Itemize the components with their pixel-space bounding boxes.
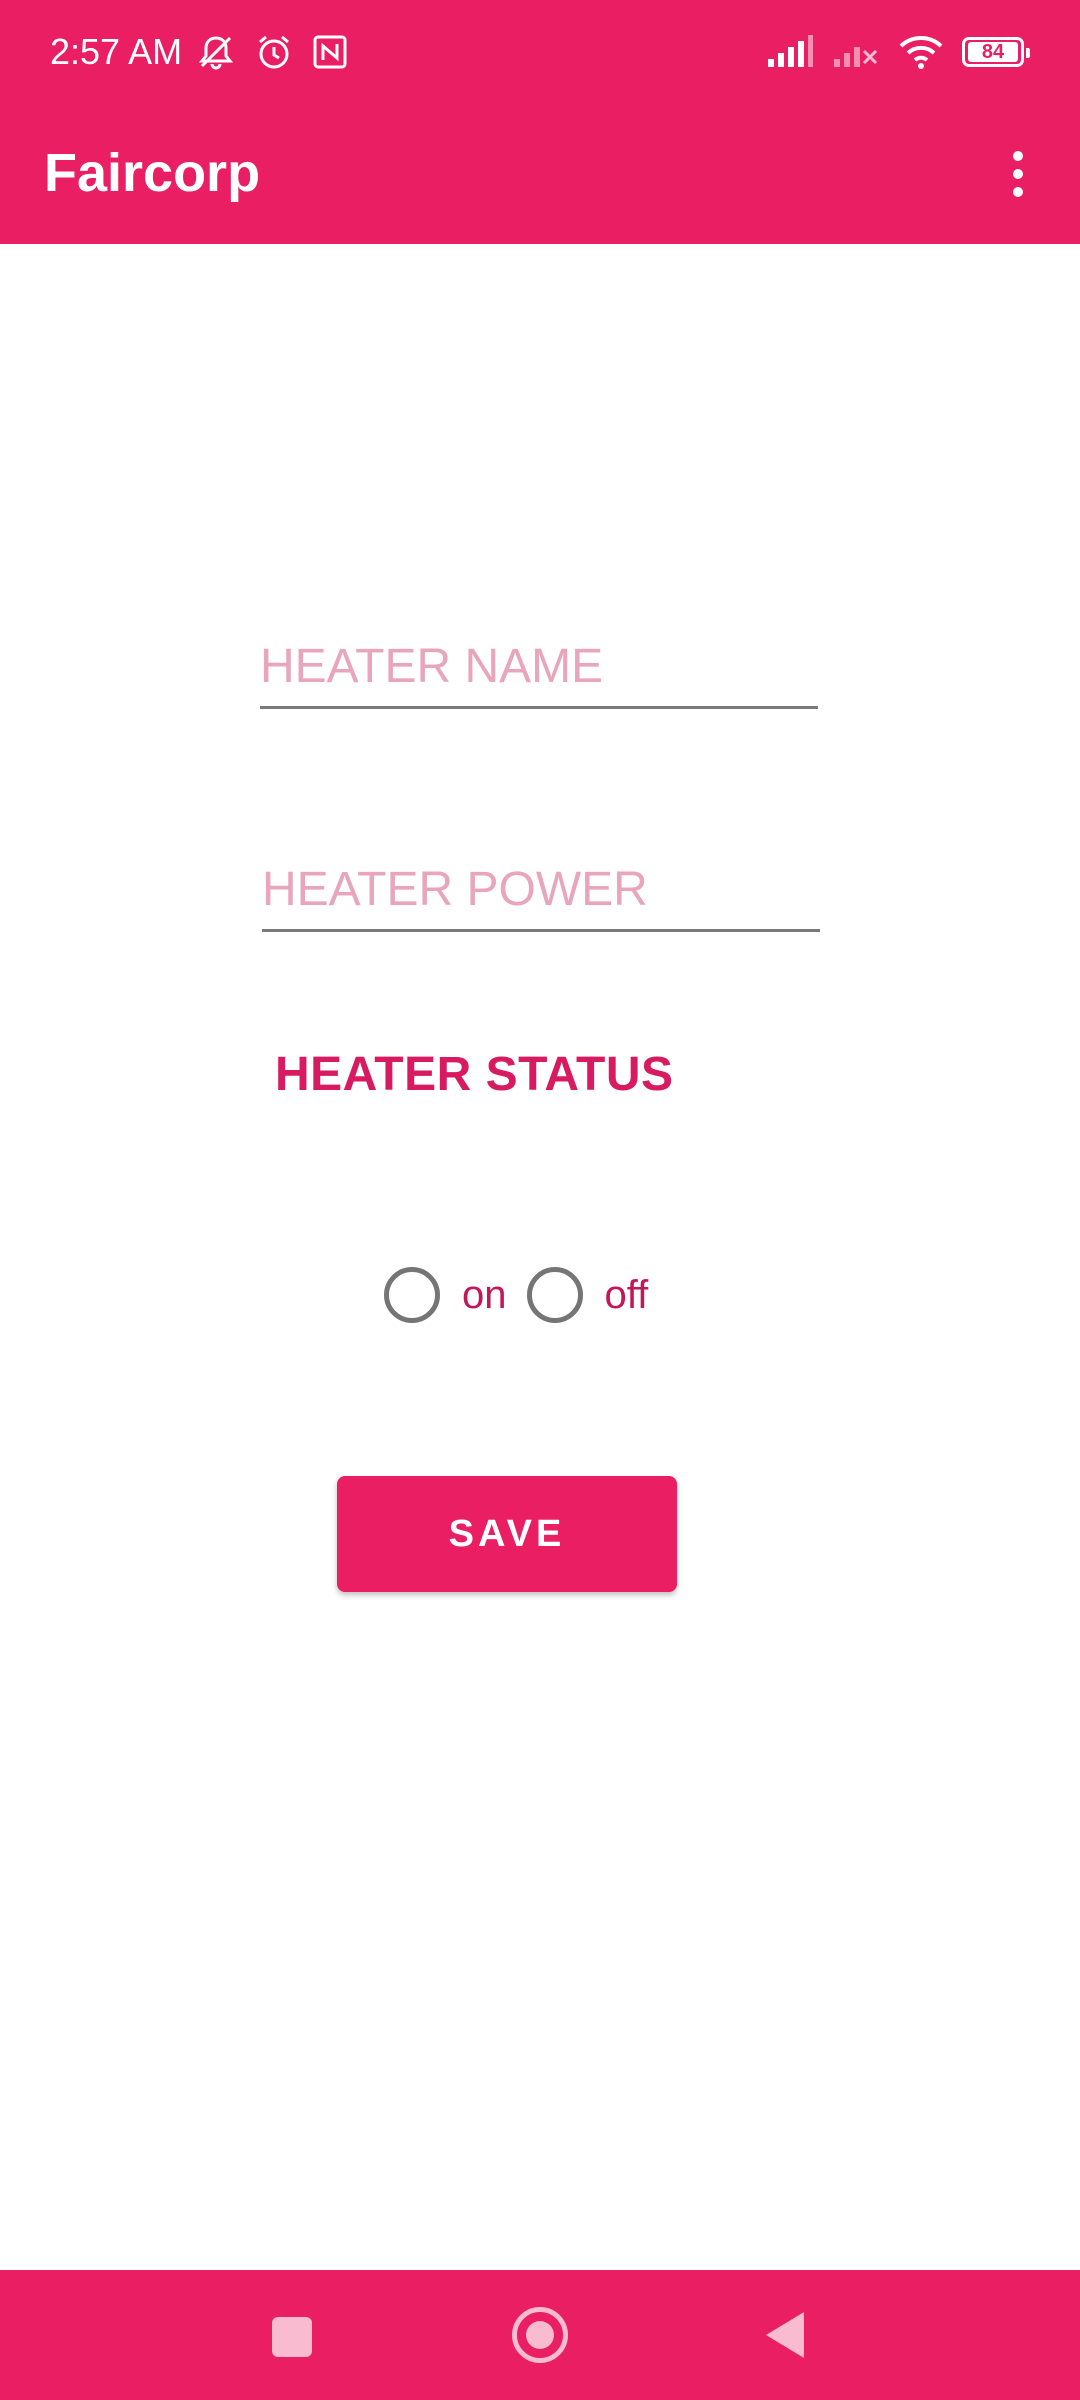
heater-power-placeholder: HEATER POWER — [262, 863, 648, 916]
mute-icon — [198, 36, 234, 70]
app-title: Faircorp — [44, 143, 261, 203]
radio-on-label[interactable]: on — [462, 1273, 507, 1318]
heater-status-radio-group: on off — [384, 1265, 668, 1325]
signal-off-icon — [834, 47, 878, 67]
status-bar: 2:57 AM 84 — [0, 0, 1080, 105]
nfc-icon — [313, 35, 347, 69]
save-button[interactable]: SAVE — [337, 1476, 677, 1592]
status-time: 2:57 AM — [50, 31, 183, 72]
heater-status-label: HEATER STATUS — [275, 1048, 674, 1101]
status-icons-left — [196, 30, 348, 74]
heater-name-placeholder: HEATER NAME — [260, 640, 604, 693]
more-vert-icon[interactable] — [990, 139, 1046, 209]
radio-off-circle[interactable] — [526, 1267, 583, 1323]
app-bar: Faircorp — [0, 105, 1080, 244]
battery-level: 84 — [968, 42, 1018, 62]
battery-icon: 84 — [962, 37, 1030, 67]
recents-icon[interactable] — [272, 2317, 312, 2357]
signal-icon — [768, 35, 813, 67]
alarm-icon — [259, 35, 289, 69]
home-icon[interactable] — [512, 2307, 568, 2363]
radio-off-label[interactable]: off — [605, 1273, 649, 1318]
status-icons-right: 84 — [766, 30, 1030, 74]
navigation-bar — [0, 2270, 1080, 2400]
radio-on[interactable]: on — [384, 1267, 527, 1323]
wifi-icon — [899, 36, 943, 69]
radio-on-circle[interactable] — [384, 1267, 440, 1323]
heater-name-input[interactable]: HEATER NAME — [260, 635, 818, 709]
heater-power-input[interactable]: HEATER POWER — [262, 858, 820, 932]
radio-off[interactable]: off — [526, 1267, 669, 1323]
back-icon[interactable] — [766, 2312, 804, 2358]
